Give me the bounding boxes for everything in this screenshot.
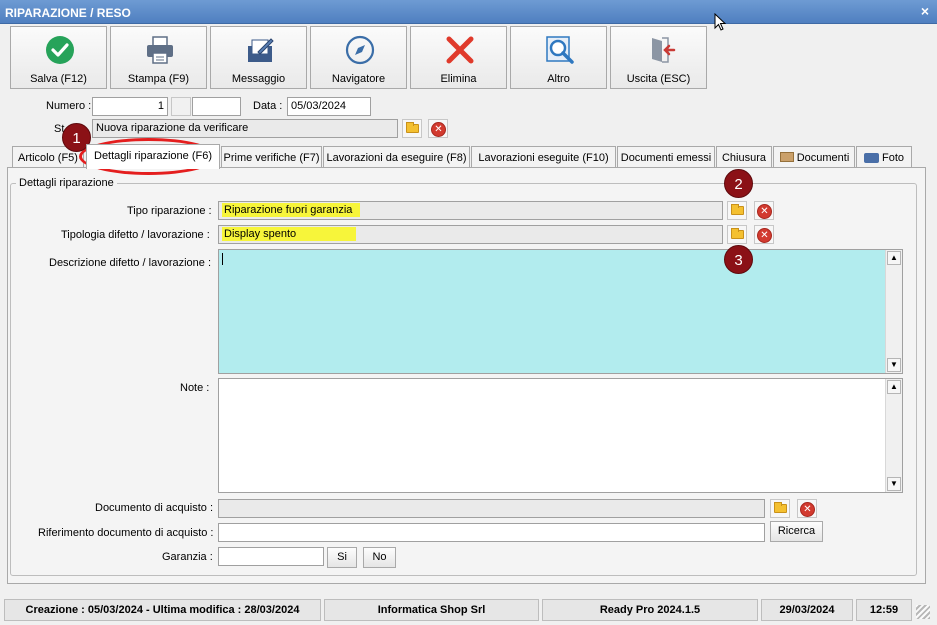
clear-icon: ✕ xyxy=(800,502,815,517)
group-title: Dettagli riparazione xyxy=(16,177,117,189)
no-button[interactable]: No xyxy=(363,547,396,568)
folder-icon xyxy=(774,502,787,513)
folder-icon xyxy=(731,228,744,239)
garanzia-label: Garanzia : xyxy=(162,551,213,563)
tab-foto[interactable]: Foto xyxy=(856,146,912,168)
tipologia-browse-button[interactable] xyxy=(727,225,747,244)
tipo-riparazione-field[interactable]: Riparazione fuori garanzia xyxy=(218,201,723,220)
note-textarea[interactable]: ▲ ▼ xyxy=(218,378,903,493)
tab-documenti-label: Documenti xyxy=(796,152,850,164)
stato-browse-button[interactable] xyxy=(402,119,422,138)
garanzia-input[interactable] xyxy=(218,547,324,566)
clear-icon: ✕ xyxy=(757,228,772,243)
print-button[interactable]: Stampa (F9) xyxy=(110,26,207,89)
descrizione-scrollbar[interactable]: ▲ ▼ xyxy=(885,250,902,373)
note-label: Note : xyxy=(180,382,210,394)
folder-icon xyxy=(406,122,419,133)
doc-clear-button[interactable]: ✕ xyxy=(797,499,817,518)
stato-field[interactable]: Nuova riparazione da verificare xyxy=(92,119,398,138)
status-product: Ready Pro 2024.1.5 xyxy=(542,599,758,621)
tab-dettagli-riparazione[interactable]: Dettagli riparazione (F6) xyxy=(86,144,220,169)
text-cursor xyxy=(222,253,223,265)
status-bar: Creazione : 05/03/2024 - Ultima modifica… xyxy=(0,597,937,625)
doc-browse-button[interactable] xyxy=(770,499,790,518)
doc-acquisto-label: Documento di acquisto : xyxy=(95,502,214,514)
tab-chiusura[interactable]: Chiusura xyxy=(716,146,772,168)
navigator-label: Navigatore xyxy=(331,73,386,85)
printer-icon xyxy=(147,36,173,64)
numero-input[interactable]: 1 xyxy=(92,97,168,116)
more-label: Altro xyxy=(547,73,570,85)
data-label: Data : xyxy=(253,100,283,112)
stato-clear-button[interactable]: ✕ xyxy=(428,119,448,138)
scroll-down-icon[interactable]: ▼ xyxy=(887,358,901,372)
status-created: Creazione : 05/03/2024 - Ultima modifica… xyxy=(4,599,321,621)
tab-foto-label: Foto xyxy=(881,152,904,164)
tipo-browse-button[interactable] xyxy=(727,201,747,220)
message-label: Messaggio xyxy=(231,73,286,85)
save-label: Salva (F12) xyxy=(30,73,87,85)
search-doc-icon xyxy=(546,36,574,64)
si-button[interactable]: Si xyxy=(327,547,357,568)
tab-lavorazioni-eseguite[interactable]: Lavorazioni eseguite (F10) xyxy=(471,146,616,168)
scroll-up-icon[interactable]: ▲ xyxy=(887,251,901,265)
numero-suffix-input[interactable] xyxy=(192,97,241,116)
scroll-down-icon[interactable]: ▼ xyxy=(887,477,901,491)
tab-documenti[interactable]: Documenti xyxy=(773,146,855,168)
tipologia-clear-button[interactable]: ✕ xyxy=(754,225,774,244)
camera-icon xyxy=(864,153,879,163)
close-icon[interactable]: × xyxy=(921,3,929,19)
compass-icon xyxy=(345,35,375,65)
window-title: RIPARAZIONE / RESO xyxy=(5,6,131,20)
status-company: Informatica Shop Srl xyxy=(324,599,539,621)
more-button[interactable]: Altro xyxy=(510,26,607,89)
annotation-badge-3: 3 xyxy=(724,245,753,274)
descrizione-label: Descrizione difetto / lavorazione : xyxy=(49,257,212,269)
scroll-up-icon[interactable]: ▲ xyxy=(887,380,901,394)
folder-icon xyxy=(780,152,794,162)
tipologia-label: Tipologia difetto / lavorazione : xyxy=(61,229,210,241)
rif-doc-label: Riferimento documento di acquisto : xyxy=(38,527,214,539)
tipo-riparazione-value: Riparazione fuori garanzia xyxy=(222,203,361,217)
check-circle-icon xyxy=(46,36,74,64)
delete-button[interactable]: Elimina xyxy=(410,26,507,89)
mouse-cursor-icon xyxy=(714,13,726,31)
descrizione-textarea[interactable]: ▲ ▼ xyxy=(218,249,903,374)
numero-spinner-button[interactable] xyxy=(171,97,191,116)
note-scrollbar[interactable]: ▲ ▼ xyxy=(885,379,902,492)
clear-icon: ✕ xyxy=(431,122,446,137)
print-label: Stampa (F9) xyxy=(127,73,190,85)
tipo-riparazione-label: Tipo riparazione : xyxy=(127,205,212,217)
date-input[interactable]: 05/03/2024 xyxy=(287,97,371,116)
tipologia-value: Display spento xyxy=(222,227,357,241)
tipologia-field[interactable]: Display spento xyxy=(218,225,723,244)
resize-grip-icon[interactable] xyxy=(916,605,930,619)
numero-label: Numero : xyxy=(46,100,92,112)
exit-button[interactable]: Uscita (ESC) xyxy=(610,26,707,89)
message-button[interactable]: Messaggio xyxy=(210,26,307,89)
status-date: 29/03/2024 xyxy=(761,599,853,621)
status-time: 12:59 xyxy=(856,599,912,621)
save-button[interactable]: Salva (F12) xyxy=(10,26,107,89)
title-bar: RIPARAZIONE / RESO × xyxy=(0,0,937,24)
tab-lavorazioni-da-eseguire[interactable]: Lavorazioni da eseguire (F8) xyxy=(323,146,470,168)
exit-door-icon xyxy=(652,37,676,63)
navigator-button[interactable]: Navigatore xyxy=(310,26,407,89)
delete-label: Elimina xyxy=(440,73,477,85)
rif-doc-input[interactable] xyxy=(218,523,765,542)
clear-icon: ✕ xyxy=(757,204,772,219)
doc-acquisto-field[interactable] xyxy=(218,499,765,518)
folder-icon xyxy=(731,204,744,215)
delete-x-icon xyxy=(446,36,474,64)
tab-documenti-emessi[interactable]: Documenti emessi xyxy=(617,146,715,168)
message-pencil-icon xyxy=(248,38,274,62)
tipo-clear-button[interactable]: ✕ xyxy=(754,201,774,220)
ricerca-button[interactable]: Ricerca xyxy=(770,521,823,542)
annotation-badge-2: 2 xyxy=(724,169,753,198)
exit-label: Uscita (ESC) xyxy=(626,73,691,85)
tab-prime-verifiche[interactable]: Prime verifiche (F7) xyxy=(221,146,322,168)
